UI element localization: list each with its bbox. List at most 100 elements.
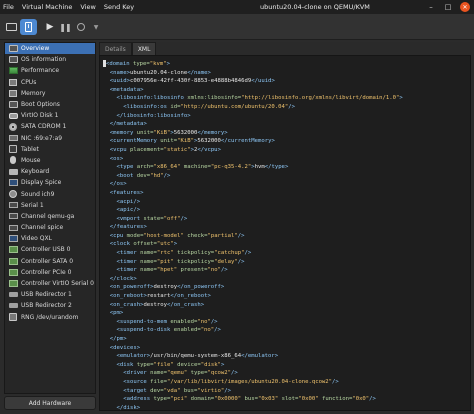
shutdown-menu-button[interactable]: ▼ xyxy=(92,19,100,35)
sidebar-item[interactable]: Channel qemu-ga xyxy=(5,211,95,222)
menu-virtual-machine[interactable]: Virtual Machine xyxy=(21,3,74,11)
menu-file[interactable]: File xyxy=(2,3,15,11)
add-hardware-button[interactable]: Add Hardware xyxy=(4,396,96,410)
xml-line: </features> xyxy=(109,224,147,231)
menu-bar: File Virtual Machine View Send Key xyxy=(2,0,135,14)
tab-xml[interactable]: XML xyxy=(131,42,157,55)
xml-line: <os> xyxy=(109,155,124,162)
hardware-icon xyxy=(8,246,18,254)
details-button[interactable]: i xyxy=(20,19,37,35)
shutdown-button[interactable] xyxy=(76,19,86,35)
sidebar-item[interactable]: Display Spice xyxy=(5,177,95,188)
sidebar-item-label: VirtIO Disk 1 xyxy=(21,112,59,120)
sidebar-item[interactable]: Performance xyxy=(5,65,95,76)
sidebar-item-label: Controller PCIe 0 xyxy=(21,268,72,276)
sidebar-item[interactable]: Video QXL xyxy=(5,233,95,244)
sidebar-item[interactable]: SATA CDROM 1 xyxy=(5,121,95,132)
hardware-list[interactable]: Overview OS information Performance CPUs Mem… xyxy=(4,42,96,394)
sidebar-item[interactable]: VirtIO Disk 1 xyxy=(5,110,95,121)
console-button[interactable] xyxy=(5,19,18,35)
xml-line: <libosinfo:libosinfo xmlns:libosinfo="ht… xyxy=(116,95,403,102)
sidebar-item[interactable]: Controller PCIe 0 xyxy=(5,267,95,278)
hardware-icon xyxy=(8,145,18,154)
sidebar-item[interactable]: Tablet xyxy=(5,144,95,155)
xml-line: <metadata> xyxy=(109,86,144,93)
hardware-icon xyxy=(8,101,18,109)
toolbar: i ▶ ❚❚ ▼ xyxy=(0,14,474,40)
tab-details[interactable]: Details xyxy=(99,42,132,55)
xml-line: <domain type="kvm"> xyxy=(103,60,470,69)
hardware-icon xyxy=(8,89,18,97)
maximize-icon[interactable]: □ xyxy=(443,2,453,12)
chevron-down-icon: ▼ xyxy=(93,23,99,31)
pause-icon: ❚❚ xyxy=(59,22,71,32)
sidebar-item[interactable]: CPUs xyxy=(5,77,95,88)
xml-line: <timer name="pit" tickpolicy="delay"/> xyxy=(116,258,245,265)
sidebar-item[interactable]: NIC :69:e7:a9 xyxy=(5,133,95,144)
xml-line: <on_crash>destroy</on_crash> xyxy=(109,301,205,308)
xml-line: <suspend-to-disk enabled="no"/> xyxy=(116,327,221,334)
xml-line: <timer name="rtc" tickpolicy="catchup"/> xyxy=(116,250,252,257)
sidebar-item-label: Channel spice xyxy=(21,224,64,232)
xml-line: </libosinfo:libosinfo> xyxy=(116,112,191,119)
sidebar-item[interactable]: Memory xyxy=(5,88,95,99)
run-button[interactable]: ▶ xyxy=(45,19,55,35)
xml-line: </disk> xyxy=(116,404,141,411)
hardware-icon xyxy=(8,257,18,265)
xml-line: <source file="/var/lib/libvirt/images/ub… xyxy=(123,378,339,385)
hardware-icon xyxy=(8,291,18,299)
sidebar-item[interactable]: Controller SATA 0 xyxy=(5,256,95,267)
sidebar-item[interactable]: Boot Options xyxy=(5,99,95,110)
xml-line: <vcpu placement="static">2</vcpu> xyxy=(109,146,221,153)
close-icon[interactable]: ✕ xyxy=(460,2,470,12)
hardware-icon xyxy=(8,268,18,276)
sidebar-item-label: Keyboard xyxy=(21,168,50,176)
hardware-icon xyxy=(8,313,18,322)
hardware-icon xyxy=(8,156,18,165)
sidebar-item[interactable]: Sound ich9 xyxy=(5,188,95,199)
sidebar-item-label: Controller VirtIO Serial 0 xyxy=(21,280,94,288)
xml-line: <driver name="qemu" type="qcow2"/> xyxy=(123,370,238,377)
xml-line: <on_poweroff>destroy</on_poweroff> xyxy=(109,284,225,291)
sidebar-item[interactable]: OS information xyxy=(5,54,95,65)
hardware-icon xyxy=(8,212,18,220)
hardware-icon xyxy=(8,190,18,199)
sidebar-item-label: Serial 1 xyxy=(21,201,44,209)
window-title: ubuntu20.04-clone on QEMU/KVM xyxy=(260,3,370,11)
sidebar-item-label: Tablet xyxy=(21,145,39,153)
hardware-icon xyxy=(8,67,18,75)
hardware-icon xyxy=(8,235,18,243)
monitor-icon xyxy=(6,23,17,31)
xml-line: <pm> xyxy=(109,310,124,317)
sidebar-item[interactable]: Overview xyxy=(5,43,95,55)
xml-editor[interactable]: <domain type="kvm"> <name>ubuntu20.04-cl… xyxy=(99,55,471,411)
info-icon: i xyxy=(25,22,32,32)
sidebar-item-label: Mouse xyxy=(21,156,41,164)
sidebar-item[interactable]: Controller VirtIO Serial 0 xyxy=(5,278,95,289)
sidebar-item[interactable]: RNG /dev/urandom xyxy=(5,312,95,323)
hardware-icon xyxy=(8,78,18,86)
menu-send-key[interactable]: Send Key xyxy=(103,3,135,11)
minimize-icon[interactable]: – xyxy=(426,2,436,12)
xml-line: <disk type="file" device="disk"> xyxy=(116,361,225,368)
xml-line: <vmport state="off"/> xyxy=(116,215,188,222)
menu-view[interactable]: View xyxy=(79,3,96,11)
sidebar-item[interactable]: Controller USB 0 xyxy=(5,244,95,255)
sidebar-item[interactable]: Serial 1 xyxy=(5,200,95,211)
sidebar-item[interactable]: Mouse xyxy=(5,155,95,166)
sidebar-item-label: Boot Options xyxy=(21,101,60,109)
sidebar-item[interactable]: Channel spice xyxy=(5,222,95,233)
sidebar-item-label: SATA CDROM 1 xyxy=(21,123,67,131)
xml-line: </clock> xyxy=(109,275,137,282)
sidebar-item-label: Video QXL xyxy=(21,235,52,243)
sidebar-item[interactable]: USB Redirector 1 xyxy=(5,289,95,300)
sidebar-item-label: Controller SATA 0 xyxy=(21,257,74,265)
xml-line: <name>ubuntu20.04-clone</name> xyxy=(109,69,211,76)
xml-line: </metadata> xyxy=(109,121,147,128)
sidebar-item[interactable]: Keyboard xyxy=(5,166,95,177)
sidebar-item-label: Overview xyxy=(21,45,50,53)
pause-button[interactable]: ❚❚ xyxy=(59,19,71,35)
xml-line: <on_reboot>restart</on_reboot> xyxy=(109,293,211,300)
sidebar-item[interactable]: USB Redirector 2 xyxy=(5,300,95,311)
power-icon xyxy=(77,23,85,31)
